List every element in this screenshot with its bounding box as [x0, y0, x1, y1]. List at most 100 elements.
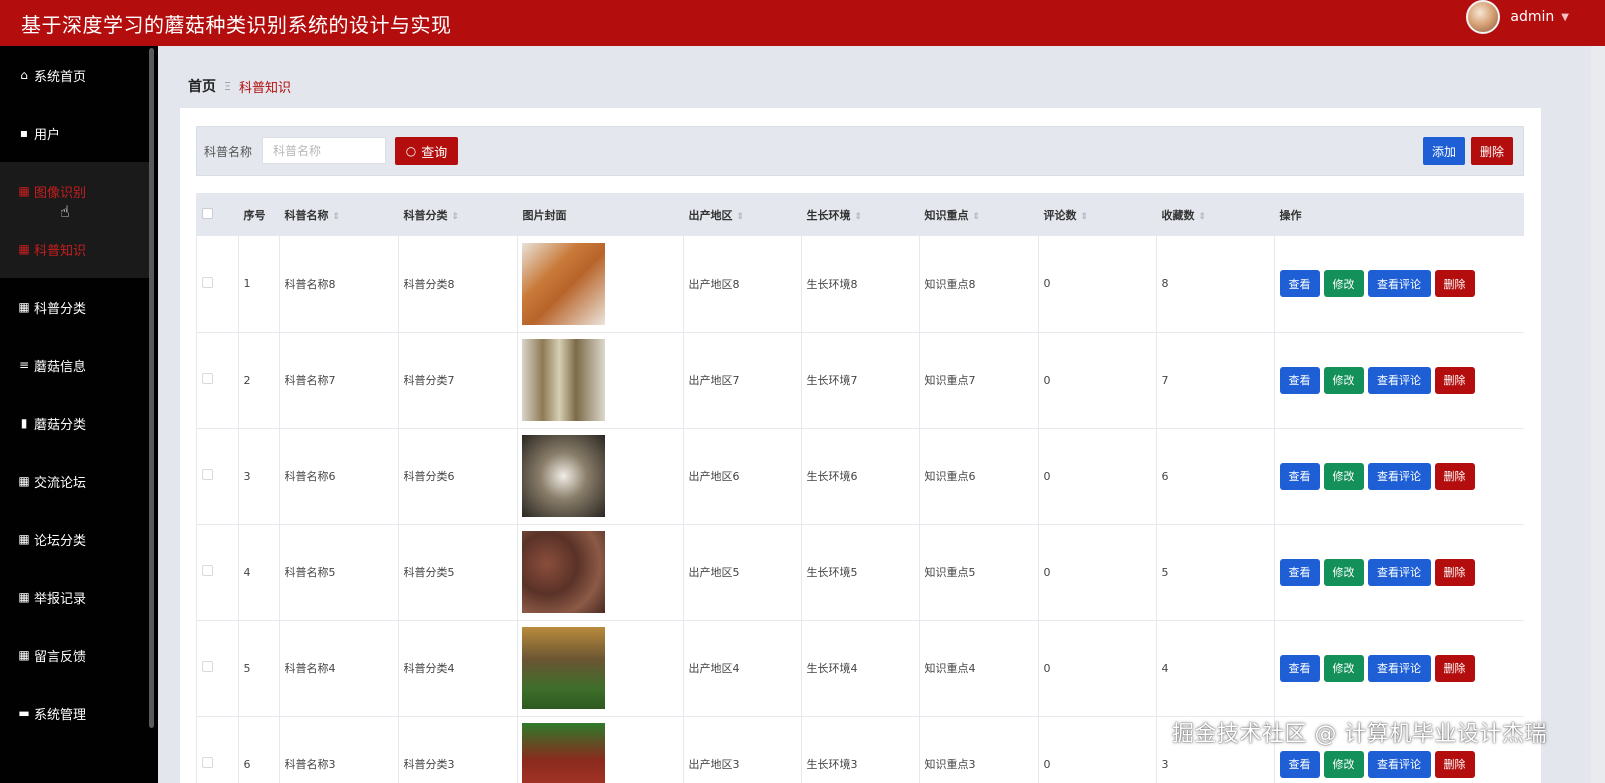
sort-icon[interactable]: ⇕ [452, 212, 460, 222]
view-comments-button[interactable]: 查看评论 [1367, 366, 1431, 394]
view-button[interactable]: 查看 [1279, 366, 1320, 394]
column-header[interactable]: 知识重点 ⇕ [919, 193, 1039, 236]
sidebar-item-forum-category[interactable]: ▦ 论坛分类 [0, 510, 151, 568]
column-header-label: 生长环境 [806, 208, 851, 222]
sort-icon[interactable]: ⇕ [333, 212, 341, 222]
table-header-row: 序号 科普名称 ⇕ 科普分类 ⇕ 图片封面 出产地区 ⇕ 生长环境 ⇕ 知识重点 ⇕ 评论… [197, 193, 1524, 236]
delete-button[interactable]: 删除 [1434, 558, 1475, 586]
row-checkbox[interactable] [202, 661, 213, 672]
view-button[interactable]: 查看 [1279, 270, 1320, 298]
cover-image-cell [517, 428, 684, 525]
select-all-checkbox[interactable] [202, 207, 213, 219]
breadcrumb: 首页 Ξ 科普知识 [188, 76, 291, 96]
column-header[interactable]: 科普分类 ⇕ [398, 193, 518, 236]
cell-index: 6 [238, 716, 280, 783]
row-checkbox[interactable] [202, 373, 213, 384]
column-header[interactable]: 出产地区 ⇕ [683, 193, 802, 236]
column-header-label: 出产地区 [688, 208, 733, 222]
cell-key-point: 知识重点5 [919, 524, 1039, 621]
column-header[interactable]: 评论数 ⇕ [1038, 193, 1157, 236]
row-actions: 查看 修改 查看评论 删除 [1279, 366, 1525, 394]
delete-button[interactable]: 删除 [1434, 750, 1475, 778]
view-button[interactable]: 查看 [1279, 750, 1320, 778]
edit-button[interactable]: 修改 [1323, 462, 1364, 490]
column-header[interactable]: 收藏数 ⇕ [1156, 193, 1275, 236]
sort-icon[interactable]: ⇕ [855, 212, 863, 222]
cell-index: 4 [238, 524, 280, 621]
delete-button[interactable]: 删除 [1434, 270, 1475, 298]
view-button[interactable]: 查看 [1279, 654, 1320, 682]
sidebar-item-science-category[interactable]: ▦ 科普分类 [0, 278, 151, 336]
grid-icon: ▦ [18, 474, 30, 488]
sidebar-item-label: 系统首页 [34, 69, 87, 85]
view-comments-button[interactable]: 查看评论 [1367, 558, 1431, 586]
edit-button[interactable]: 修改 [1323, 558, 1364, 586]
column-header[interactable]: 科普名称 ⇕ [279, 193, 399, 236]
edit-button[interactable]: 修改 [1323, 366, 1364, 394]
grid-icon: ▦ [18, 590, 30, 604]
cell-comments: 0 [1038, 332, 1157, 429]
sidebar-item-reports[interactable]: ▦ 举报记录 [0, 568, 151, 626]
sort-icon[interactable]: ⇕ [1081, 212, 1089, 222]
edit-button[interactable]: 修改 [1323, 270, 1364, 298]
view-comments-button[interactable]: 查看评论 [1367, 654, 1431, 682]
search-input[interactable] [262, 137, 386, 164]
row-checkbox[interactable] [202, 757, 213, 768]
table-row: 3 科普名称6 科普分类6 出产地区6 生长环境6 知识重点6 0 6 查看 修改 查看评论 删除 [197, 428, 1524, 525]
sidebar-item-label: 蘑菇信息 [34, 359, 87, 375]
sidebar-item-label: 用户 [34, 127, 61, 143]
page-scrollbar[interactable] [1591, 46, 1605, 783]
cover-image-cell [517, 524, 684, 621]
row-checkbox[interactable] [202, 565, 213, 576]
sort-icon[interactable]: ⇕ [737, 212, 745, 222]
mushroom-cover-image [521, 531, 605, 613]
table-row: 1 科普名称8 科普分类8 出产地区8 生长环境8 知识重点8 0 8 查看 修改 查看评论 删除 [197, 236, 1524, 333]
delete-button[interactable]: 删除 [1434, 462, 1475, 490]
select-cell [197, 428, 239, 525]
sort-icon[interactable]: ⇕ [1199, 212, 1207, 222]
sidebar-item-mushroom-info[interactable]: ≡ 蘑菇信息 [0, 336, 151, 394]
sidebar-scrollbar[interactable] [149, 48, 154, 728]
select-cell [197, 620, 239, 717]
view-button[interactable]: 查看 [1279, 558, 1320, 586]
search-label: 科普名称 [204, 145, 253, 159]
row-actions: 查看 修改 查看评论 删除 [1279, 558, 1525, 586]
sidebar-item-science-knowledge[interactable]: ▦ 科普知识 [0, 220, 151, 278]
edit-button[interactable]: 修改 [1323, 654, 1364, 682]
avatar[interactable] [1466, 0, 1501, 34]
sidebar-item-forum[interactable]: ▦ 交流论坛 [0, 452, 151, 510]
actions-cell: 查看 修改 查看评论 删除 [1274, 620, 1524, 717]
add-button[interactable]: 添加 [1423, 137, 1465, 165]
sidebar-item-feedback[interactable]: ▦ 留言反馈 [0, 626, 151, 684]
sidebar-item-mushroom-category[interactable]: ▮ 蘑菇分类 [0, 394, 151, 452]
query-button[interactable]: ○ 查询 [395, 137, 458, 165]
row-checkbox[interactable] [202, 469, 213, 480]
home-icon: ⌂ [20, 68, 28, 82]
select-cell [197, 332, 239, 429]
cover-image-cell [517, 236, 684, 333]
cell-environment: 生长环境8 [801, 236, 920, 333]
sidebar-item-system[interactable]: ▬ 系统管理 [0, 684, 151, 742]
view-button[interactable]: 查看 [1279, 462, 1320, 490]
batch-delete-button[interactable]: 删除 [1471, 137, 1513, 165]
view-comments-button[interactable]: 查看评论 [1367, 270, 1431, 298]
username[interactable]: admin [1510, 9, 1554, 25]
delete-button[interactable]: 删除 [1434, 654, 1475, 682]
sidebar-item-home[interactable]: ⌂ 系统首页 [0, 46, 151, 104]
cell-category: 科普分类5 [398, 524, 518, 621]
view-comments-button[interactable]: 查看评论 [1367, 462, 1431, 490]
actions-cell: 查看 修改 查看评论 删除 [1274, 236, 1524, 333]
column-header: 操作 [1274, 193, 1524, 236]
user-menu[interactable]: admin ▼ [1466, 0, 1569, 34]
column-header[interactable]: 生长环境 ⇕ [801, 193, 920, 236]
view-comments-button[interactable]: 查看评论 [1367, 750, 1431, 778]
sidebar-item-label: 图像识别 [34, 185, 87, 201]
breadcrumb-home[interactable]: 首页 [188, 76, 216, 96]
sort-icon[interactable]: ⇕ [973, 212, 981, 222]
delete-button[interactable]: 删除 [1434, 366, 1475, 394]
edit-button[interactable]: 修改 [1323, 750, 1364, 778]
sidebar-item-image-recognition[interactable]: ▦ 图像识别 [0, 162, 151, 220]
sidebar-item-users[interactable]: ▪ 用户 [0, 104, 151, 162]
row-checkbox[interactable] [202, 276, 213, 288]
caret-down-icon[interactable]: ▼ [1561, 12, 1569, 23]
